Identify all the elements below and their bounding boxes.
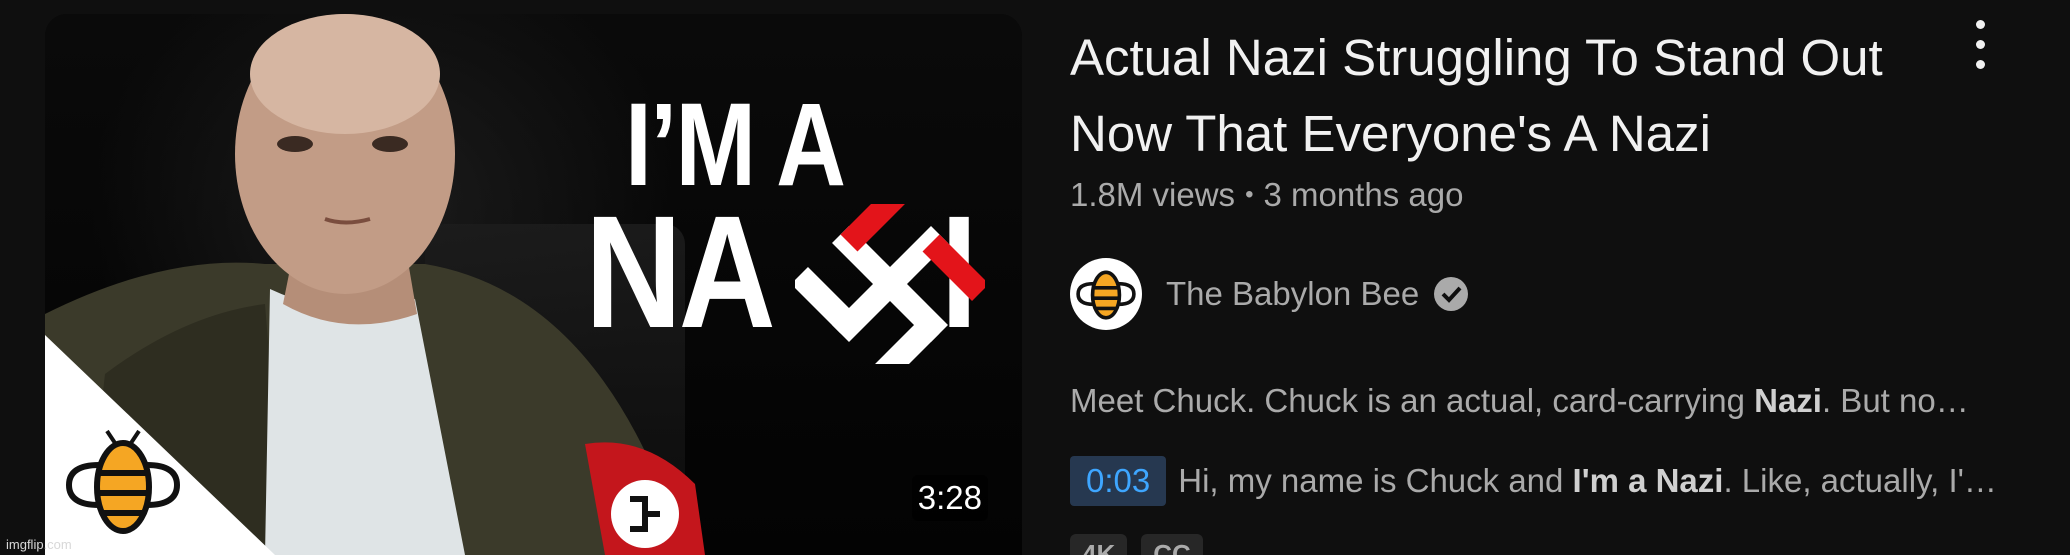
video-duration-badge: 3:28 [911, 475, 988, 521]
more-options-icon[interactable] [1960, 14, 2000, 74]
thumbnail-emblem-graphic [795, 204, 985, 364]
channel-name[interactable]: The Babylon Bee [1166, 275, 1419, 313]
bee-logo-icon [1076, 270, 1136, 320]
badge-cc: CC [1141, 534, 1203, 555]
description-text: Meet Chuck. Chuck is an actual, card-car… [1070, 382, 1755, 419]
video-title[interactable]: Actual Nazi Struggling To Stand Out Now … [1070, 20, 1920, 172]
separator-dot: • [1245, 181, 1254, 208]
chapter-highlight: I'm a Nazi [1572, 462, 1724, 499]
thumbnail-text-line2-left: NA [585, 182, 776, 361]
badge-4k: 4K [1070, 534, 1128, 555]
verified-check-icon [1434, 277, 1469, 311]
chapter-text-start: Hi, my name is Chuck and [1178, 462, 1573, 499]
description-highlight: Nazi [1754, 382, 1822, 419]
description-text-end: . But no… [1821, 382, 1969, 419]
chapter-text-end: . Like, actually, I'… [1723, 462, 1997, 499]
video-badges: 4K CC [1070, 534, 1203, 555]
chapter-text: Hi, my name is Chuck and I'm a Nazi. Lik… [1178, 462, 1997, 500]
video-metadata: Actual Nazi Struggling To Stand Out Now … [1070, 0, 2030, 555]
channel-row[interactable]: The Babylon Bee [1070, 258, 1469, 330]
video-stats: 1.8M views • 3 months ago [1070, 176, 1463, 214]
view-count: 1.8M views [1070, 176, 1236, 213]
channel-avatar[interactable] [1070, 258, 1142, 330]
bee-logo-icon [65, 429, 181, 534]
video-result-card[interactable]: I’M A NAI 3:28 imgflip [0, 0, 2070, 555]
watermark-text: imgflip.com [6, 537, 72, 552]
chapter-snippet[interactable]: 0:03 Hi, my name is Chuck and I'm a Nazi… [1070, 456, 1997, 506]
chapter-timestamp[interactable]: 0:03 [1070, 456, 1167, 506]
upload-age: 3 months ago [1263, 176, 1464, 213]
video-thumbnail[interactable]: I’M A NAI 3:28 [45, 14, 1022, 555]
video-description-snippet: Meet Chuck. Chuck is an actual, card-car… [1070, 382, 2030, 420]
